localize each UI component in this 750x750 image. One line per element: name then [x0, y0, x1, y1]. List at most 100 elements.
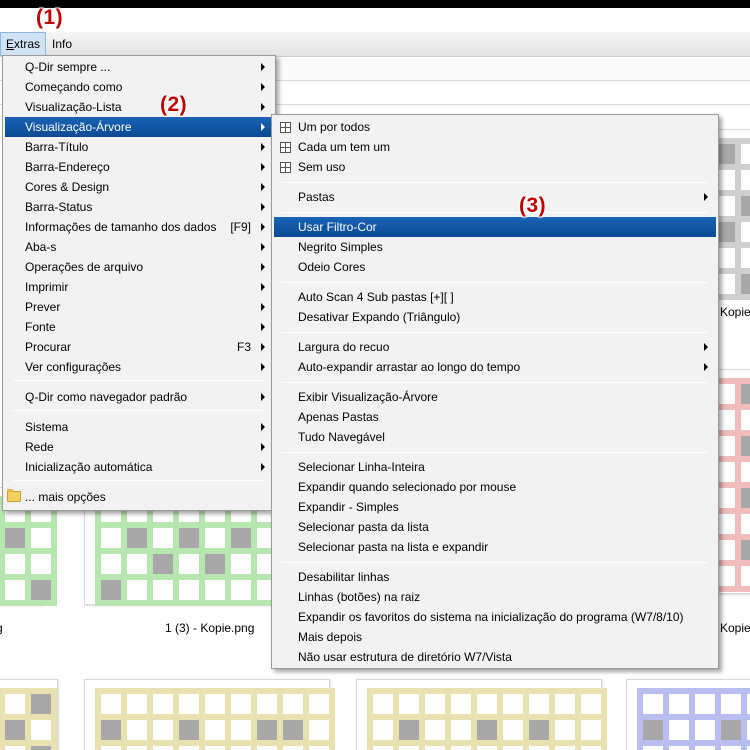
annotation-1: (1): [36, 6, 64, 29]
menu-item-label: Barra-Status: [25, 200, 93, 214]
extras-item-informacoes-de-tamanho-dos-dados[interactable]: Informações de tamanho dos dados [F9]: [5, 217, 273, 237]
menu-item-label: Exibir Visualização-Árvore: [298, 390, 438, 404]
menu-item-label: ... mais opções: [25, 490, 106, 504]
menu-item-label: Q-Dir como navegador padrão: [25, 390, 188, 404]
grid-cell: [373, 694, 393, 714]
tree-item-selecionar-linha-inteira[interactable]: Selecionar Linha-Inteira: [274, 457, 716, 477]
grid-cell: [373, 720, 393, 740]
menu-separator: [282, 452, 708, 453]
menu-item-label: Imprimir: [25, 280, 69, 294]
extras-item-q-dir-como-navegador-padrao[interactable]: Q-Dir como navegador padrão: [5, 387, 273, 407]
tree-item-expandir-quando-selecionado-por-mouse[interactable]: Expandir quando selecionado por mouse: [274, 477, 716, 497]
extras-item-fonte[interactable]: Fonte: [5, 317, 273, 337]
grid-cell: [669, 694, 689, 714]
extras-item-operacoes-de-arquivo[interactable]: Operações de arquivo: [5, 257, 273, 277]
submenu-arrow-icon: [259, 217, 267, 237]
grid-cell: [101, 554, 121, 574]
extras-item-comecando-como[interactable]: Começando como: [5, 77, 273, 97]
extras-item-mais-opcoes[interactable]: ... mais opções: [5, 487, 273, 507]
tree-item-mais-depois[interactable]: Mais depois: [274, 627, 716, 647]
menu-item-label: Cada um tem um: [298, 140, 391, 154]
grid-cell: [127, 580, 147, 600]
thumbnail-yellow-3[interactable]: [356, 679, 607, 750]
tree-item-selecionar-pasta-da-lista[interactable]: Selecionar pasta da lista: [274, 517, 716, 537]
menu-item-label: Mais depois: [298, 630, 363, 644]
tree-item-um-por-todos[interactable]: Um por todos: [274, 117, 716, 137]
grid-cell: [179, 580, 199, 600]
submenu-arrow-icon: [259, 387, 267, 407]
extras-item-barra-status[interactable]: Barra-Status: [5, 197, 273, 217]
tree-item-odeio-cores[interactable]: Odeio Cores: [274, 257, 716, 277]
tree-item-nao-usar-estrutura-de-diretorio-w7-vista[interactable]: Não usar estrutura de diretório W7/Vista: [274, 647, 716, 667]
thumbnail-yellow-1[interactable]: [0, 679, 58, 750]
extras-item-visualizacao-arvore[interactable]: Visualização-Árvore: [5, 117, 273, 137]
menu-item-label: Selecionar Linha-Inteira: [298, 460, 425, 474]
tree-item-desabilitar-linhas[interactable]: Desabilitar linhas: [274, 567, 716, 587]
grid-cell: [373, 746, 393, 750]
menu-item-label: Apenas Pastas: [298, 410, 379, 424]
extras-item-barra-titulo[interactable]: Barra-Título: [5, 137, 273, 157]
menu-item-label: Aba-s: [25, 240, 57, 254]
tree-item-sem-uso[interactable]: Sem uso: [274, 157, 716, 177]
tree-item-negrito-simples[interactable]: Negrito Simples: [274, 237, 716, 257]
tree-item-selecionar-pasta-na-lista-e-expandir[interactable]: Selecionar pasta na lista e expandir: [274, 537, 716, 557]
tree-item-linhas-botoes-na-raiz[interactable]: Linhas (botões) na raiz: [274, 587, 716, 607]
tree-item-desativar-expando-triangulo[interactable]: Desativar Expando (Triângulo): [274, 307, 716, 327]
grid-cell: [101, 580, 121, 600]
thumbnail-yellow-2[interactable]: [84, 679, 335, 750]
menu-item-label: Desativar Expando (Triângulo): [298, 310, 461, 324]
grid-cell: [741, 222, 750, 242]
menu-info[interactable]: Info: [47, 32, 77, 56]
grid-cell: [257, 720, 277, 740]
extras-item-cores-design[interactable]: Cores & Design: [5, 177, 273, 197]
extras-item-aba-s[interactable]: Aba-s: [5, 237, 273, 257]
menu-separator: [282, 332, 708, 333]
grid-cell: [205, 528, 225, 548]
tree-item-expandir-simples[interactable]: Expandir - Simples: [274, 497, 716, 517]
tree-item-auto-expandir-arrastar-ao-longo-do-tempo[interactable]: Auto-expandir arrastar ao longo do tempo: [274, 357, 716, 377]
extras-item-imprimir[interactable]: Imprimir: [5, 277, 273, 297]
grid-cell: [179, 554, 199, 574]
grid-cell: [179, 694, 199, 714]
grid-cell: [127, 720, 147, 740]
menu-item-label: Odeio Cores: [298, 260, 366, 274]
menu-item-label: Operações de arquivo: [25, 260, 144, 274]
extras-item-visualizacao-lista[interactable]: Visualização-Lista: [5, 97, 273, 117]
menu-extras[interactable]: Extras: [0, 32, 47, 56]
menu-item-label: Tudo Navegável: [298, 430, 385, 444]
extras-item-prever[interactable]: Prever: [5, 297, 273, 317]
grid-cell: [153, 720, 173, 740]
tree-item-tudo-navegavel[interactable]: Tudo Navegável: [274, 427, 716, 447]
grid-cell: [205, 746, 225, 750]
extras-item-ver-configuracoes[interactable]: Ver configurações: [5, 357, 273, 377]
menu-item-label: Cores & Design: [25, 180, 110, 194]
grid-cell: [503, 720, 523, 740]
tree-item-pastas[interactable]: Pastas: [274, 187, 716, 207]
grid-cell: [741, 514, 750, 534]
tree-item-cada-um-tem-um[interactable]: Cada um tem um: [274, 137, 716, 157]
annotation-3: (3): [519, 194, 547, 217]
grid-cell: [555, 746, 575, 750]
folder-icon: [7, 489, 21, 502]
extras-item-sistema[interactable]: Sistema: [5, 417, 273, 437]
grid-cell: [179, 746, 199, 750]
extras-item-barra-endereco[interactable]: Barra-Endereço: [5, 157, 273, 177]
tree-item-usar-filtro-cor[interactable]: Usar Filtro-Cor: [274, 217, 716, 237]
tree-item-expandir-os-favoritos-do-sistema-na-inicializacao-do-programa-w7-8-10[interactable]: Expandir os favoritos do sistema na inic…: [274, 607, 716, 627]
grid-cell: [477, 746, 497, 750]
tree-view-submenu: Um por todos Cada um tem um Sem uso Pastas U…: [271, 114, 719, 669]
extras-item-inicializacao-automatica[interactable]: Inicialização automática: [5, 457, 273, 477]
grid-cell: [309, 720, 329, 740]
extras-item-procurar[interactable]: Procurar F3: [5, 337, 273, 357]
tree-item-largura-do-recuo[interactable]: Largura do recuo: [274, 337, 716, 357]
thumbnail-blue[interactable]: [626, 679, 750, 750]
caption-right-1: Kopie: [720, 305, 750, 319]
tree-item-apenas-pastas[interactable]: Apenas Pastas: [274, 407, 716, 427]
annotation-2: (2): [160, 93, 188, 116]
menu-item-label: Desabilitar linhas: [298, 570, 390, 584]
menu-item-shortcut: [F9]: [230, 220, 251, 234]
tree-item-auto-scan-4-sub-pastas[interactable]: Auto Scan 4 Sub pastas [+][ ]: [274, 287, 716, 307]
tree-item-exibir-visualizacao-arvore[interactable]: Exibir Visualização-Árvore: [274, 387, 716, 407]
extras-item-q-dir-sempre[interactable]: Q-Dir sempre ...: [5, 57, 273, 77]
extras-item-rede[interactable]: Rede: [5, 437, 273, 457]
